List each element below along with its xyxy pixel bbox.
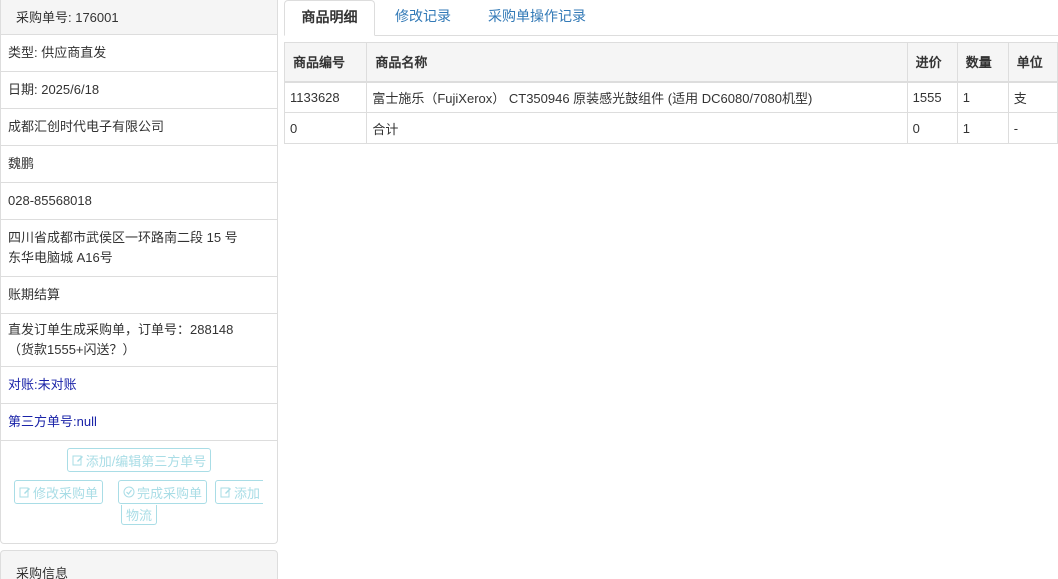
contact-name: 魏鹏 <box>1 146 277 183</box>
third-party-label: 第三方单号: <box>8 414 77 429</box>
order-date: 日期: 2025/6/18 <box>1 72 277 109</box>
add-logistics-button-wrap[interactable]: 物流 <box>121 505 158 525</box>
cell-quantity: 1 <box>956 81 1009 113</box>
order-remark: 直发订单生成采购单，订单号：288148 （货款1555+闪送？） <box>1 314 277 367</box>
contact-phone: 028-85568018 <box>1 183 277 220</box>
col-header-code: 商品编号 <box>283 42 368 83</box>
order-number-heading: 采购单号: 176001 <box>1 0 277 35</box>
col-header-unit: 单位 <box>1007 42 1058 83</box>
table-row: 1133628 富士施乐（FujiXerox） CT350946 原装感光鼓组件… <box>283 81 1058 113</box>
complete-order-button[interactable]: 完成采购单 <box>118 480 208 504</box>
detail-tabs: 商品明细 修改记录 采购单操作记录 <box>284 0 1058 36</box>
col-header-price: 进价 <box>906 42 958 83</box>
supplier-name: 成都汇创时代电子有限公司 <box>1 109 277 146</box>
table-total-row: 0 合计 0 1 - <box>283 112 1058 144</box>
reconcile-value: 未对账 <box>37 377 77 392</box>
cell-price: 1555 <box>906 81 958 113</box>
cell-name: 合计 <box>366 112 908 144</box>
cell-quantity: 1 <box>956 112 1009 144</box>
cell-name: 富士施乐（FujiXerox） CT350946 原装感光鼓组件 (适用 DC6… <box>366 81 908 113</box>
edit-icon <box>19 487 30 498</box>
cell-unit: 支 <box>1007 81 1058 113</box>
third-party-number: 第三方单号: null <box>1 404 277 441</box>
edit-icon <box>220 487 231 498</box>
order-info-box: 采购单号: 176001 类型: 供应商直发 日期: 2025/6/18 成都汇… <box>0 0 278 544</box>
goods-table: 商品编号 商品名称 进价 数量 单位 1133628 富士施乐（FujiXero… <box>283 42 1058 144</box>
remark-line-1: 直发订单生成采购单，订单号：288148 <box>8 322 234 337</box>
col-header-name: 商品名称 <box>366 42 908 83</box>
third-party-actions: 添加/编辑第三方单号 <box>1 441 277 479</box>
cell-code: 0 <box>283 112 368 144</box>
tab-modify-records[interactable]: 修改记录 <box>395 0 451 36</box>
cell-price: 0 <box>906 112 958 144</box>
supplier-address: 四川省成都市武侯区一环路南二段 15 号 东华电脑城 A16号 <box>1 220 277 277</box>
remark-line-2: （货款1555+闪送？） <box>8 342 136 357</box>
tab-goods-detail[interactable]: 商品明细 <box>284 0 375 36</box>
third-party-value: null <box>76 414 97 429</box>
reconcile-status: 对账: 未对账 <box>1 367 277 404</box>
add-logistics-button[interactable]: 添加 <box>215 480 263 504</box>
cell-code: 1133628 <box>283 81 368 113</box>
tab-order-operation-records[interactable]: 采购单操作记录 <box>488 0 586 36</box>
order-type: 类型: 供应商直发 <box>1 35 277 72</box>
order-actions: 修改采购单 完成采购单 添加 物流 <box>1 479 277 537</box>
modify-order-button[interactable]: 修改采购单 <box>14 480 104 504</box>
add-logistics-clip: 添加 <box>215 480 263 504</box>
add-edit-third-party-button[interactable]: 添加/编辑第三方单号 <box>66 448 212 472</box>
order-info-panel: 采购单号: 176001 类型: 供应商直发 日期: 2025/6/18 成都汇… <box>0 0 278 579</box>
payment-method: 账期结算 <box>1 277 277 314</box>
address-line-1: 四川省成都市武侯区一环路南二段 15 号 <box>8 230 238 245</box>
cell-unit: - <box>1007 112 1058 144</box>
address-line-2: 东华电脑城 A16号 <box>8 250 113 265</box>
reconcile-label: 对账: <box>8 377 38 392</box>
purchase-info-heading: 采购信息 <box>0 550 278 579</box>
table-header-row: 商品编号 商品名称 进价 数量 单位 <box>283 42 1058 83</box>
check-circle-icon <box>123 486 135 498</box>
edit-icon <box>72 455 83 466</box>
col-header-quantity: 数量 <box>956 42 1009 83</box>
